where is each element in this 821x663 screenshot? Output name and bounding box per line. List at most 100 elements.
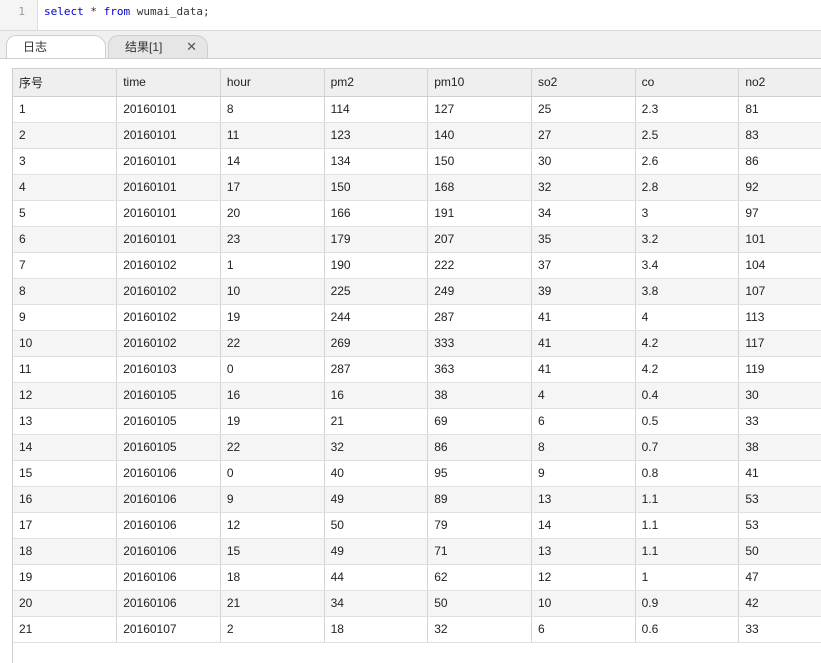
table-cell[interactable]: 191 bbox=[427, 200, 532, 227]
table-cell[interactable]: 20160102 bbox=[116, 330, 221, 357]
table-cell[interactable]: 3.8 bbox=[635, 278, 740, 305]
table-cell[interactable]: 14 bbox=[13, 434, 118, 461]
table-cell[interactable]: 4.2 bbox=[635, 356, 740, 383]
table-cell[interactable]: 21 bbox=[13, 616, 118, 643]
table-cell[interactable]: 21 bbox=[324, 408, 429, 435]
table-cell[interactable]: 20 bbox=[13, 590, 118, 617]
table-cell[interactable]: 17 bbox=[220, 174, 325, 201]
table-cell[interactable]: 287 bbox=[324, 356, 429, 383]
table-cell[interactable]: 33 bbox=[738, 616, 821, 643]
table-row[interactable]: 19 20160106 18 44 62 12 1 47 bbox=[13, 564, 821, 591]
table-cell[interactable]: 168 bbox=[427, 174, 532, 201]
table-cell[interactable]: 11 bbox=[13, 356, 118, 383]
table-cell[interactable]: 4 bbox=[635, 304, 740, 331]
table-cell[interactable]: 15 bbox=[13, 460, 118, 487]
table-cell[interactable]: 150 bbox=[427, 148, 532, 175]
table-cell[interactable]: 0.4 bbox=[635, 382, 740, 409]
table-cell[interactable]: 41 bbox=[738, 460, 821, 487]
table-cell[interactable]: 20160102 bbox=[116, 252, 221, 279]
table-row[interactable]: 8 20160102 10 225 249 39 3.8 107 bbox=[13, 278, 821, 305]
table-cell[interactable]: 41 bbox=[531, 356, 636, 383]
table-cell[interactable]: 20160106 bbox=[116, 460, 221, 487]
table-cell[interactable]: 42 bbox=[738, 590, 821, 617]
table-cell[interactable]: 19 bbox=[13, 564, 118, 591]
table-row[interactable]: 15 20160106 0 40 95 9 0.8 41 bbox=[13, 460, 821, 487]
table-cell[interactable]: 14 bbox=[531, 512, 636, 539]
table-cell[interactable]: 62 bbox=[427, 564, 532, 591]
table-row[interactable]: 11 20160103 0 287 363 41 4.2 119 bbox=[13, 356, 821, 383]
table-cell[interactable]: 333 bbox=[427, 330, 532, 357]
table-cell[interactable]: 8 bbox=[531, 434, 636, 461]
table-cell[interactable]: 15 bbox=[220, 538, 325, 565]
table-row[interactable]: 13 20160105 19 21 69 6 0.5 33 bbox=[13, 408, 821, 435]
table-cell[interactable]: 39 bbox=[531, 278, 636, 305]
table-cell[interactable]: 18 bbox=[13, 538, 118, 565]
table-cell[interactable]: 6 bbox=[13, 226, 118, 253]
table-cell[interactable]: 2.3 bbox=[635, 96, 740, 123]
table-cell[interactable]: 150 bbox=[324, 174, 429, 201]
table-cell[interactable]: 6 bbox=[531, 616, 636, 643]
table-cell[interactable]: 20160102 bbox=[116, 278, 221, 305]
close-icon[interactable]: ✕ bbox=[186, 36, 197, 58]
table-row[interactable]: 21 20160107 2 18 32 6 0.6 33 bbox=[13, 616, 821, 643]
table-cell[interactable]: 269 bbox=[324, 330, 429, 357]
table-cell[interactable]: 2.8 bbox=[635, 174, 740, 201]
table-cell[interactable]: 34 bbox=[531, 200, 636, 227]
result-grid[interactable]: 序号 time hour pm2 pm10 so2 co no2 1 20160101 8 114 1… bbox=[12, 68, 821, 663]
table-cell[interactable]: 32 bbox=[324, 434, 429, 461]
table-cell[interactable]: 20160106 bbox=[116, 564, 221, 591]
table-cell[interactable]: 20160105 bbox=[116, 408, 221, 435]
column-header-time[interactable]: time bbox=[116, 69, 221, 97]
table-row[interactable]: 9 20160102 19 244 287 41 4 113 bbox=[13, 304, 821, 331]
table-cell[interactable]: 20160101 bbox=[116, 174, 221, 201]
table-cell[interactable]: 8 bbox=[220, 96, 325, 123]
table-cell[interactable]: 19 bbox=[220, 408, 325, 435]
table-cell[interactable]: 0 bbox=[220, 356, 325, 383]
column-header-co[interactable]: co bbox=[635, 69, 740, 97]
table-cell[interactable]: 0.9 bbox=[635, 590, 740, 617]
table-cell[interactable]: 33 bbox=[738, 408, 821, 435]
table-cell[interactable]: 12 bbox=[220, 512, 325, 539]
column-header-so2[interactable]: so2 bbox=[531, 69, 636, 97]
table-cell[interactable]: 114 bbox=[324, 96, 429, 123]
table-cell[interactable]: 44 bbox=[324, 564, 429, 591]
table-cell[interactable]: 34 bbox=[324, 590, 429, 617]
column-header-pm2[interactable]: pm2 bbox=[324, 69, 429, 97]
table-row[interactable]: 16 20160106 9 49 89 13 1.1 53 bbox=[13, 486, 821, 513]
table-cell[interactable]: 35 bbox=[531, 226, 636, 253]
sql-editor[interactable]: 1 select * from wumai_data; bbox=[0, 0, 821, 31]
column-header-index[interactable]: 序号 bbox=[13, 69, 118, 97]
tab-log[interactable]: 日志 bbox=[6, 35, 106, 58]
table-row[interactable]: 10 20160102 22 269 333 41 4.2 117 bbox=[13, 330, 821, 357]
table-cell[interactable]: 5 bbox=[13, 200, 118, 227]
tab-result[interactable]: 结果[1] ✕ bbox=[108, 35, 208, 58]
table-cell[interactable]: 22 bbox=[220, 330, 325, 357]
table-cell[interactable]: 16 bbox=[13, 486, 118, 513]
column-header-no2[interactable]: no2 bbox=[738, 69, 821, 97]
table-cell[interactable]: 25 bbox=[531, 96, 636, 123]
table-cell[interactable]: 101 bbox=[738, 226, 821, 253]
table-cell[interactable]: 50 bbox=[738, 538, 821, 565]
column-header-pm10[interactable]: pm10 bbox=[427, 69, 532, 97]
table-cell[interactable]: 20160101 bbox=[116, 226, 221, 253]
table-cell[interactable]: 2.6 bbox=[635, 148, 740, 175]
table-cell[interactable]: 49 bbox=[324, 486, 429, 513]
table-cell[interactable]: 40 bbox=[324, 460, 429, 487]
table-cell[interactable]: 37 bbox=[531, 252, 636, 279]
table-row[interactable]: 20 20160106 21 34 50 10 0.9 42 bbox=[13, 590, 821, 617]
table-cell[interactable]: 140 bbox=[427, 122, 532, 149]
table-cell[interactable]: 18 bbox=[220, 564, 325, 591]
table-cell[interactable]: 3 bbox=[13, 148, 118, 175]
table-cell[interactable]: 4.2 bbox=[635, 330, 740, 357]
table-cell[interactable]: 10 bbox=[13, 330, 118, 357]
table-cell[interactable]: 287 bbox=[427, 304, 532, 331]
table-cell[interactable]: 20160106 bbox=[116, 538, 221, 565]
column-header-hour[interactable]: hour bbox=[220, 69, 325, 97]
table-cell[interactable]: 11 bbox=[220, 122, 325, 149]
table-cell[interactable]: 2 bbox=[13, 122, 118, 149]
table-cell[interactable]: 50 bbox=[427, 590, 532, 617]
table-row[interactable]: 18 20160106 15 49 71 13 1.1 50 bbox=[13, 538, 821, 565]
table-cell[interactable]: 119 bbox=[738, 356, 821, 383]
table-row[interactable]: 12 20160105 16 16 38 4 0.4 30 bbox=[13, 382, 821, 409]
table-cell[interactable]: 1 bbox=[13, 96, 118, 123]
